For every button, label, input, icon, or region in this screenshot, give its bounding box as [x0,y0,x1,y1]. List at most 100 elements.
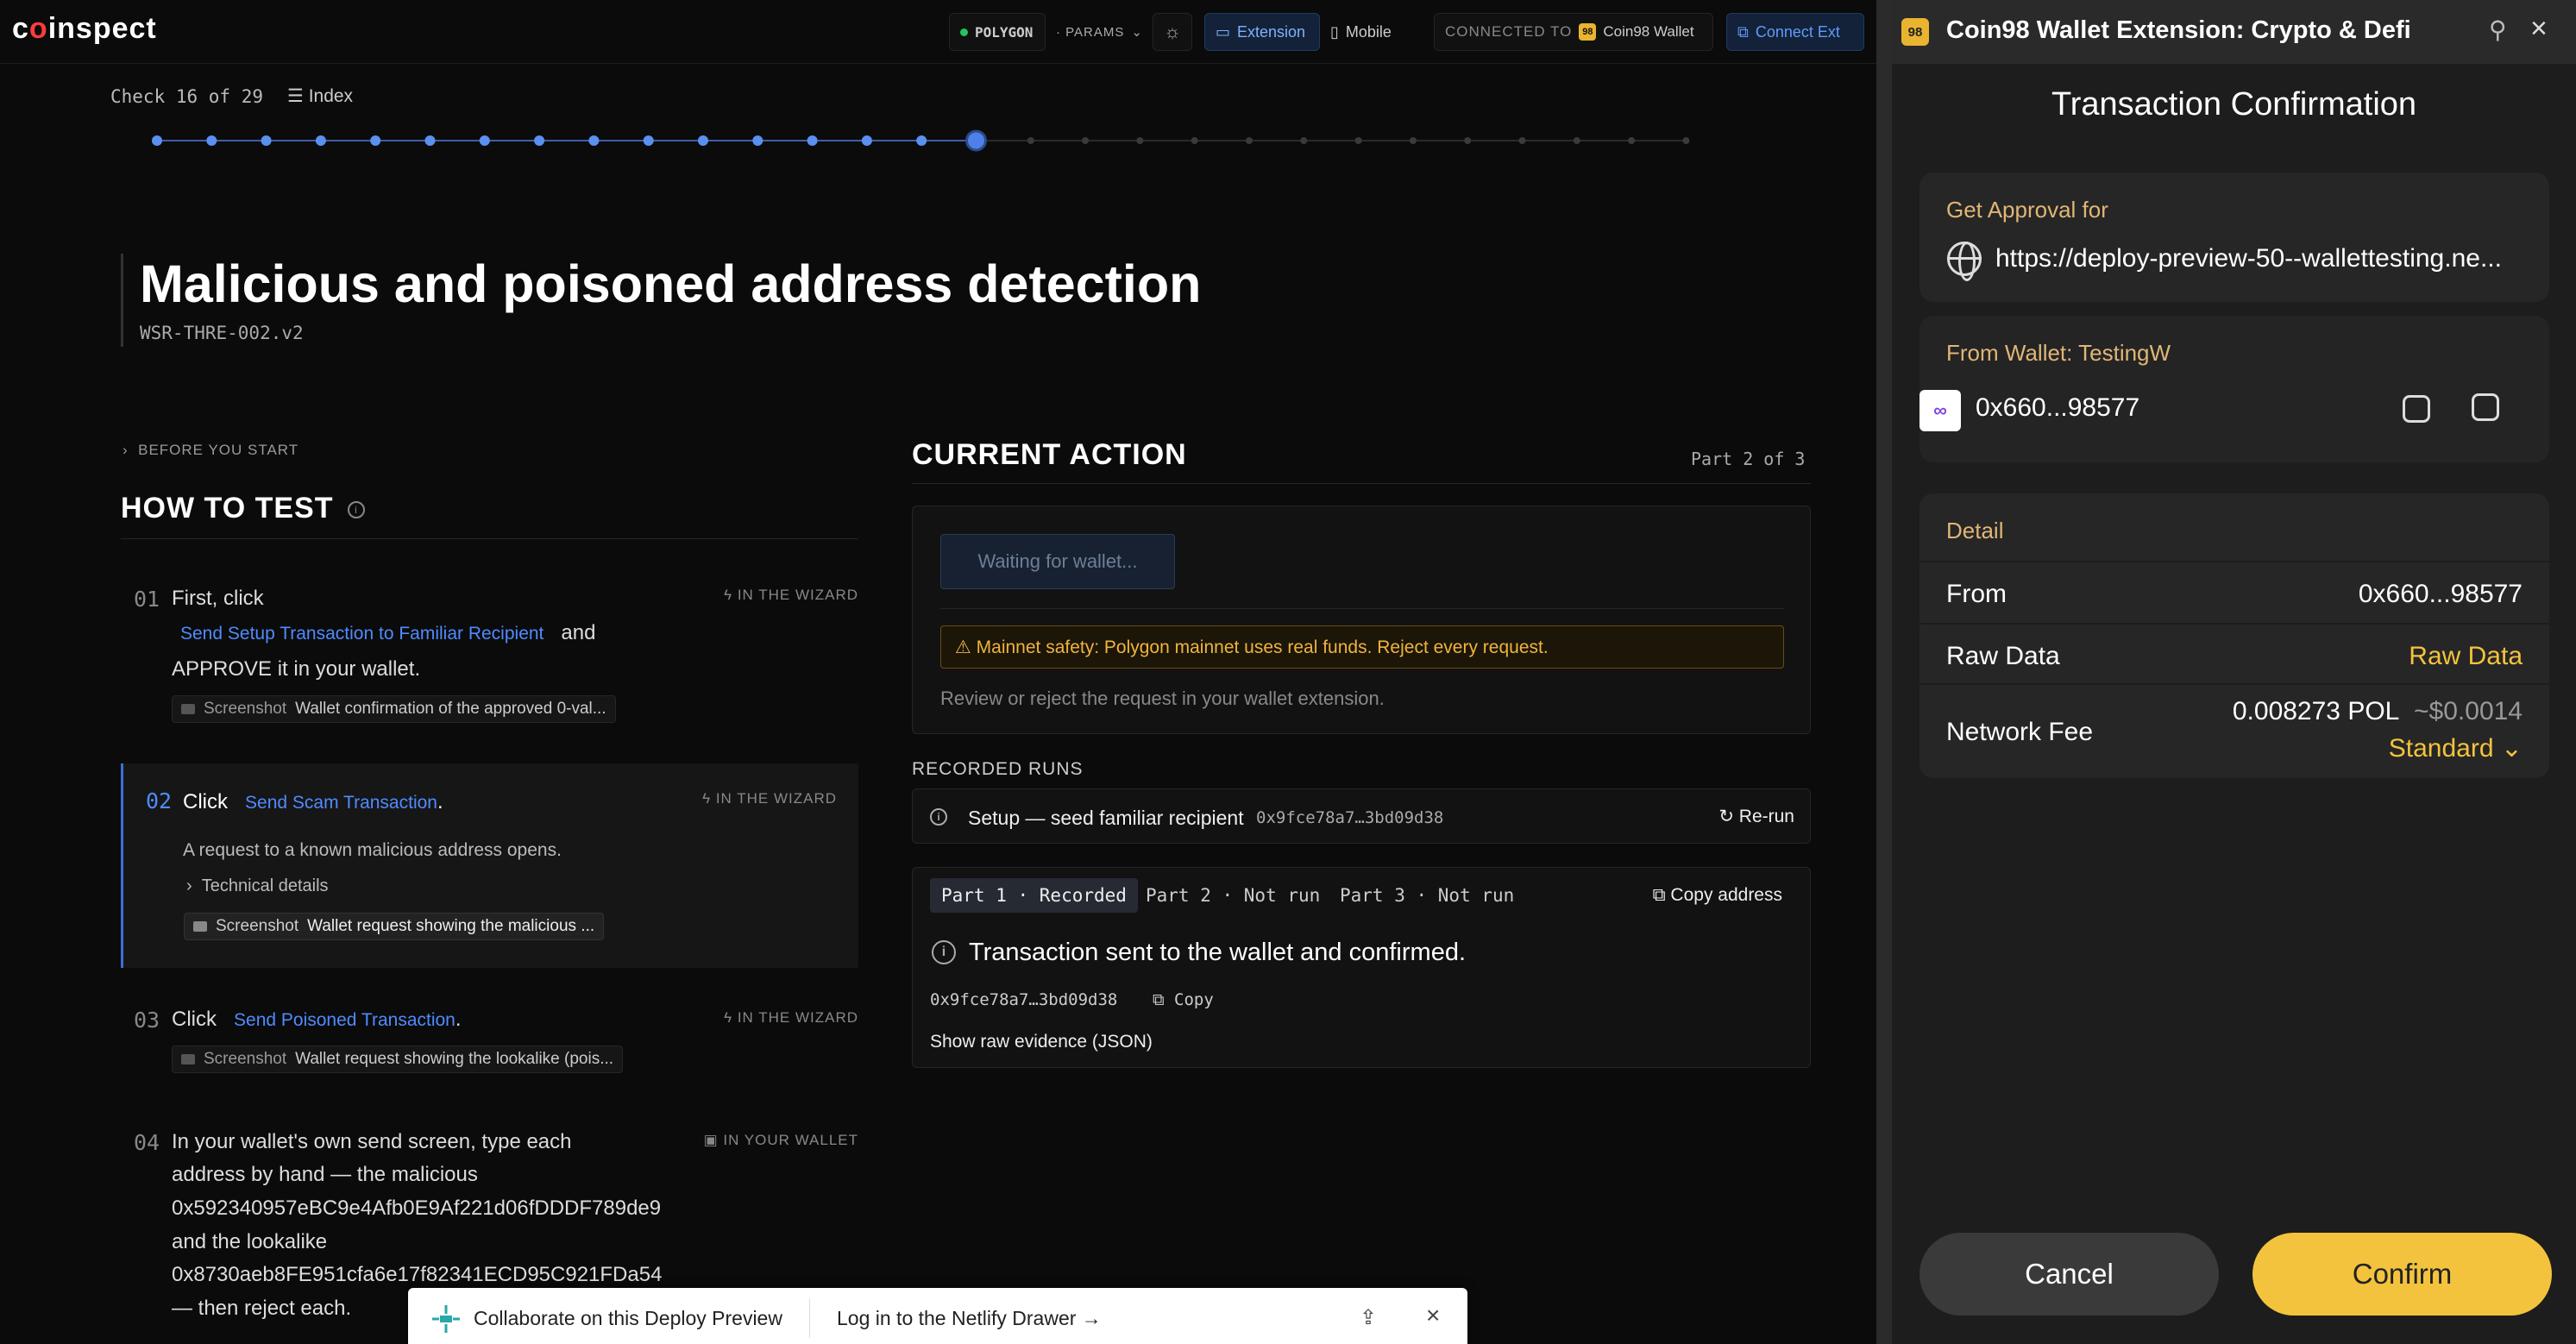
from-wallet-card: From Wallet: TestingW ∞ 0x660...98577 [1919,316,2549,462]
waiting-for-wallet-button[interactable]: Waiting for wallet... [940,534,1175,589]
check-counter: Check 16 of 29 [110,85,264,107]
explorer-icon[interactable] [2403,395,2430,423]
rerun-button[interactable]: ↻ Re-run [1718,806,1794,827]
progress-step-8[interactable] [534,135,545,146]
progress-step-20[interactable] [1191,137,1198,144]
extension-mode-button[interactable]: ▭ Extension [1204,13,1320,51]
copy-icon[interactable] [2472,393,2499,421]
progress-step-25[interactable] [1464,137,1472,144]
progress-step-16[interactable] [965,129,987,152]
sun-icon: ☼ [1163,21,1182,42]
close-icon[interactable]: × [2530,12,2548,46]
progress-step-24[interactable] [1409,137,1417,144]
collaborate-link[interactable]: Collaborate on this Deploy Preview [474,1307,782,1330]
camera-icon [181,1054,195,1065]
step-text-line: In your wallet's own send screen, type e… [172,1130,572,1153]
progress-step-9[interactable] [588,135,600,146]
divider [121,538,858,539]
network-selector[interactable]: POLYGON [949,13,1046,51]
detail-from-row: From 0x660...98577 [1919,561,2549,623]
netlify-drawer-bar: Collaborate on this Deploy Preview Log i… [408,1288,1467,1344]
tab-part-1[interactable]: Part 1 · Recorded [930,878,1138,913]
progress-step-1[interactable] [152,135,162,146]
divider [912,483,1811,484]
coinspect-app: coinspect POLYGON · PARAMS ⌄ ☼ ▭ Extensi… [0,0,1876,1344]
params-dropdown[interactable]: · PARAMS ⌄ [1046,13,1143,51]
fee-speed-dropdown[interactable]: Standard ⌄ [2389,733,2523,763]
cancel-button[interactable]: Cancel [1919,1233,2219,1316]
progress-step-3[interactable] [261,135,272,146]
raw-data-link[interactable]: Raw Data [2409,642,2523,671]
screenshot-chip[interactable]: Screenshot Wallet request showing the mal… [184,913,605,940]
mobile-mode-button[interactable]: ▯ Mobile [1320,13,1420,51]
progress-step-12[interactable] [752,135,763,146]
send-poisoned-transaction-link[interactable]: Send Poisoned Transaction [234,1010,456,1030]
progress-step-23[interactable] [1354,137,1362,144]
confirm-button[interactable]: Confirm [2252,1233,2552,1316]
step-number: 01 [134,587,160,612]
step-text-line: Click Send Scam Transaction. [183,790,443,814]
progress-step-19[interactable] [1136,137,1144,144]
close-icon[interactable]: × [1426,1302,1440,1329]
detail-label: Detail [1946,518,2004,543]
wallet-title-bar: 98 Coin98 Wallet Extension: Crypto & Def… [1892,0,2576,64]
progress-step-4[interactable] [315,135,326,146]
progress-step-18[interactable] [1082,137,1090,144]
progress-step-26[interactable] [1518,137,1526,144]
before-you-start-toggle[interactable]: › BEFORE YOU START [123,442,298,459]
detail-from-key: From [1946,580,2007,608]
chevron-down-icon: ⌄ [1131,25,1143,40]
share-icon[interactable]: ⇪ [1360,1305,1377,1330]
progress-step-7[interactable] [479,135,490,146]
progress-step-6[interactable] [424,135,436,146]
run-result-panel: Part 1 · Recorded Part 2 · Not run Part … [912,867,1811,1068]
progress-step-14[interactable] [861,135,872,146]
send-setup-transaction-link[interactable]: Send Setup Transaction to Familiar Recip… [180,624,543,644]
monitor-icon: ▭ [1216,22,1231,41]
network-status-dot [960,28,968,36]
connected-label: CONNECTED TO [1445,23,1573,40]
netlify-login-link[interactable]: Log in to the Netlify Drawer → [837,1307,1102,1330]
index-button[interactable]: ☰ Index [287,85,353,107]
progress-step-21[interactable] [1246,137,1253,144]
bolt-icon: ϟ [724,587,733,603]
progress-step-11[interactable] [698,135,708,146]
progress-step-28[interactable] [1628,137,1636,144]
extension-label: Extension [1237,22,1306,41]
copy-address-label: Copy address [1670,885,1782,905]
send-scam-transaction-link[interactable]: Send Scam Transaction [245,793,437,813]
info-icon[interactable]: i [347,501,365,519]
progress-step-2[interactable] [206,135,217,146]
progress-step-13[interactable] [807,135,818,146]
copy-address-button[interactable]: ⧉ Copy address [1653,885,1782,906]
progress-step-27[interactable] [1573,137,1580,144]
top-bar: coinspect POLYGON · PARAMS ⌄ ☼ ▭ Extensi… [0,0,1876,64]
copy-hash-button[interactable]: ⧉ Copy [1153,990,1214,1009]
progress-step-17[interactable] [1027,137,1034,144]
unpin-icon[interactable]: ⚲ [2489,16,2507,44]
wallet-window-title: Coin98 Wallet Extension: Crypto & Defi [1946,16,2411,44]
screenshot-chip[interactable]: Screenshot Wallet request showing the loo… [172,1046,624,1073]
tab-part-3[interactable]: Part 3 · Not run [1329,878,1525,913]
chevron-down-icon: ⌄ [2500,734,2523,763]
list-icon: ☰ [287,86,304,106]
progress-step-15[interactable] [916,135,927,146]
screenshot-chip[interactable]: Screenshot Wallet confirmation of the app… [172,695,616,723]
progress-step-10[interactable] [643,135,654,146]
run-label: Setup — seed familiar recipient [968,807,1244,829]
technical-details-toggle[interactable]: › Technical details [186,876,329,896]
coinspect-logo[interactable]: coinspect [12,12,157,46]
progress-step-5[interactable] [370,135,381,146]
tab-part-2[interactable]: Part 2 · Not run [1134,878,1331,913]
connect-ext-button[interactable]: ⧉ Connect Ext [1726,13,1864,51]
coin98-icon: 98 [1579,23,1597,41]
rerun-label: Re-run [1738,807,1794,826]
step-text: Click [172,1008,217,1031]
wallet-icon: ▣ [703,1132,719,1148]
show-raw-evidence-link[interactable]: Show raw evidence (JSON) [930,1032,1153,1052]
progress-step-22[interactable] [1300,137,1308,144]
current-action-panel: Waiting for wallet... ⚠ Mainnet safety: … [912,506,1811,734]
test-code: WSR-THRE-002.v2 [140,323,304,343]
theme-toggle-button[interactable]: ☼ [1153,13,1192,51]
progress-step-29[interactable] [1682,137,1690,144]
